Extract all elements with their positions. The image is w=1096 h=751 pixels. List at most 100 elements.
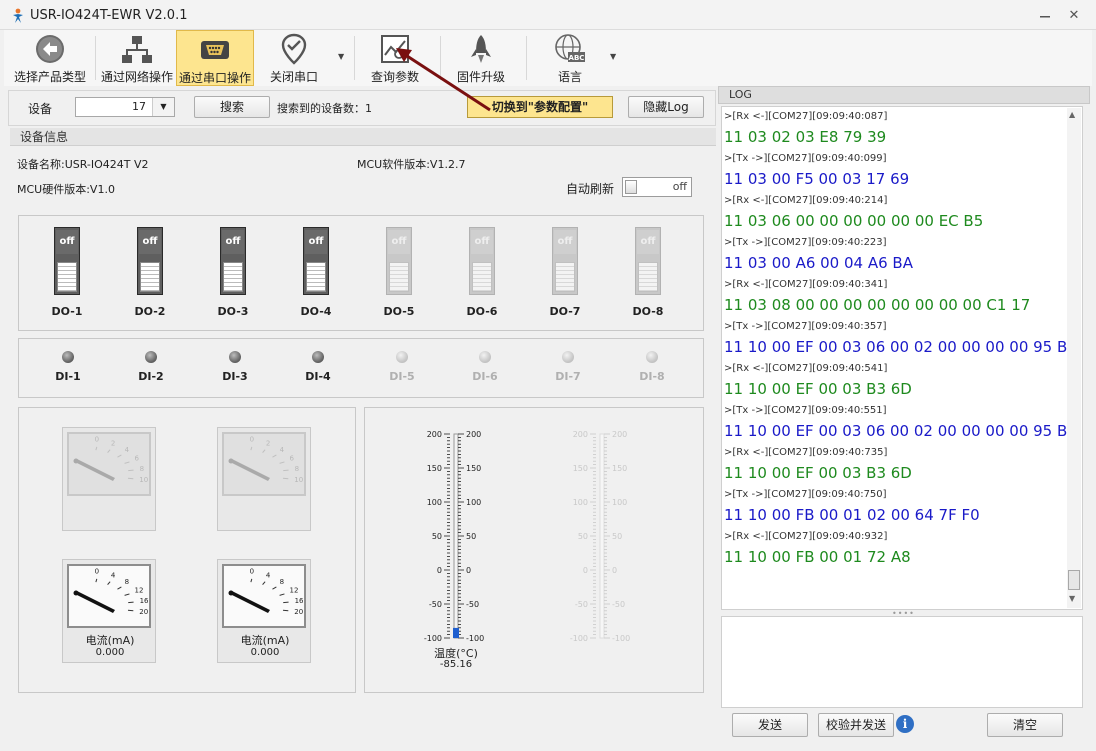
log-tx-line: 11 03 00 F5 00 03 17 69 (724, 170, 910, 188)
toolbar-label: 关闭串口 (269, 70, 318, 84)
gauge-tick (95, 446, 98, 451)
device-value: 17 (132, 100, 146, 113)
log-send-input[interactable] (721, 616, 1083, 708)
thermometer-tick-label: 50 (612, 532, 622, 541)
gauge-tick-label: 16 (295, 597, 304, 605)
toolbar-divider (354, 36, 355, 80)
gauge-tick (282, 477, 289, 480)
thermometer-tick-label: 150 (573, 464, 588, 473)
do-switch[interactable]: off (137, 227, 163, 295)
log-rx-line: 11 10 00 EF 00 03 B3 6D (724, 464, 912, 482)
close-button[interactable]: ✕ (1064, 8, 1084, 24)
log-meta-line: >[Rx <-][COM27][09:09:40:214] (724, 195, 888, 206)
do-label: DO-5 (383, 305, 415, 318)
gauge-tick-label: 6 (135, 455, 140, 463)
gauge-tick-label: 0 (250, 436, 254, 444)
temperature-scale: 200 200 150 150 100 100 50 50 0 0 -50 -50 -100 -100 (424, 430, 484, 643)
di-indicator (396, 351, 408, 363)
log-meta-line: >[Tx ->][COM27][09:09:40:551] (724, 405, 887, 416)
current-gauge-label: 电流(mA) (240, 634, 290, 647)
clear-button[interactable]: 清空 (987, 713, 1063, 737)
log-meta-line: >[Tx ->][COM27][09:09:40:750] (724, 489, 887, 500)
found-devices-text: 搜索到的设备数：1 (277, 100, 372, 116)
thermometer-tick-label: 0 (612, 566, 617, 575)
log-rx-line: 11 03 06 00 00 00 00 00 00 EC B5 (724, 212, 984, 230)
do-switch-state: off (388, 230, 410, 254)
hide-log-button[interactable]: 隐藏Log (628, 96, 704, 118)
send-button[interactable]: 发送 (732, 713, 808, 737)
gauge-tick-label: 0 (95, 436, 99, 444)
scroll-up-icon[interactable]: ▲ (1069, 110, 1075, 119)
do-switch[interactable]: off (303, 227, 329, 295)
select-product-type-button[interactable]: 选择产品类型 (8, 30, 92, 86)
toolbar-label: 通过串口操作 (178, 71, 251, 85)
checksum-send-button[interactable]: 校验并发送 (818, 713, 894, 737)
network-operation-button[interactable]: 通过网络操作 (96, 30, 178, 86)
thermometer-tick-label: -50 (466, 600, 479, 609)
gauge-tick-label: 8 (125, 578, 129, 586)
gauge-tick-label: 10 (294, 476, 303, 484)
do-switch-knob (57, 262, 77, 292)
thermometer-tube (453, 433, 459, 639)
log-output[interactable]: >[Rx <-][COM27][09:09:40:087] 11 03 02 03… (721, 106, 1083, 610)
di-indicator (229, 351, 241, 363)
gauge-tick (282, 609, 289, 612)
toolbar-label: 选择产品类型 (13, 70, 86, 84)
gauge-tick (117, 454, 122, 458)
thermometer-tick-label: 0 (437, 566, 442, 575)
scrollbar-thumb[interactable] (1068, 570, 1080, 590)
analog-gauge-disabled-1: 0 2 4 6 8 10 (62, 427, 156, 531)
di-label: DI-1 (55, 370, 81, 383)
current-gauge-2: 0 4 8 12 16 20 电流(mA) 0.000 (217, 559, 311, 663)
log-meta-line: >[Rx <-][COM27][09:09:40:932] (724, 531, 888, 542)
network-icon (122, 36, 152, 63)
thermometer-tick-label: 200 (427, 430, 442, 439)
di-label: DI-8 (639, 370, 665, 383)
device-name-text: 设备名称:USR-IO424T V2 (17, 158, 149, 171)
thermometer-tick-label: -100 (570, 634, 588, 643)
scroll-down-icon[interactable]: ▼ (1069, 594, 1075, 603)
do-label: DO-3 (217, 305, 249, 318)
log-tx-line: 11 03 00 A6 00 04 A6 BA (724, 254, 913, 272)
di-label: DI-6 (472, 370, 498, 383)
do-switch-knob (306, 262, 326, 292)
log-meta-line: >[Rx <-][COM27][09:09:40:341] (724, 279, 888, 290)
do-switch[interactable]: off (220, 227, 246, 295)
chevron-down-icon[interactable]: ▼ (152, 98, 174, 116)
gauge-tick (279, 461, 285, 464)
do-label: DO-6 (466, 305, 498, 318)
close-serial-button[interactable]: 关闭串口 (258, 30, 330, 86)
do-switch-knob (555, 262, 575, 292)
language-dropdown-icon[interactable]: ▼ (610, 52, 616, 61)
do-switch-knob (140, 262, 160, 292)
thermometer-tick-label: 50 (466, 532, 476, 541)
serial-operation-button[interactable]: 通过串口操作 (176, 30, 254, 86)
do-switch[interactable]: off (54, 227, 80, 295)
close-serial-dropdown-icon[interactable]: ▼ (338, 52, 344, 61)
info-icon[interactable]: i (896, 715, 914, 733)
di-indicator (479, 351, 491, 363)
gauge-needle (230, 459, 270, 481)
do-label: DO-7 (549, 305, 581, 318)
device-combobox[interactable]: 17 ▼ (75, 97, 175, 117)
di-indicator (562, 351, 574, 363)
thermometer-tick-label: 50 (432, 532, 442, 541)
toolbar-label: 通过网络操作 (100, 70, 173, 84)
minimize-button[interactable] (1035, 8, 1055, 24)
gauge-pivot (228, 458, 234, 464)
di-indicator (62, 351, 74, 363)
toggle-knob (625, 180, 637, 194)
svg-text:ABC: ABC (569, 54, 585, 62)
search-button[interactable]: 搜索 (194, 96, 270, 118)
auto-refresh-toggle[interactable]: off (622, 177, 692, 197)
gauge-pivot (73, 458, 79, 464)
language-button[interactable]: ABC 语言 (534, 30, 606, 86)
log-scrollbar[interactable]: ▲ ▼ (1067, 108, 1081, 608)
do-label: DO-1 (51, 305, 83, 318)
do-switch-state: off (305, 230, 327, 254)
thermometer-tick-label: -100 (612, 634, 630, 643)
di-label: DI-7 (555, 370, 581, 383)
thermometer-tick-label: -100 (466, 634, 484, 643)
gauge-tick (250, 578, 253, 583)
found-devices-label: 搜索到的设备数： (277, 102, 365, 115)
